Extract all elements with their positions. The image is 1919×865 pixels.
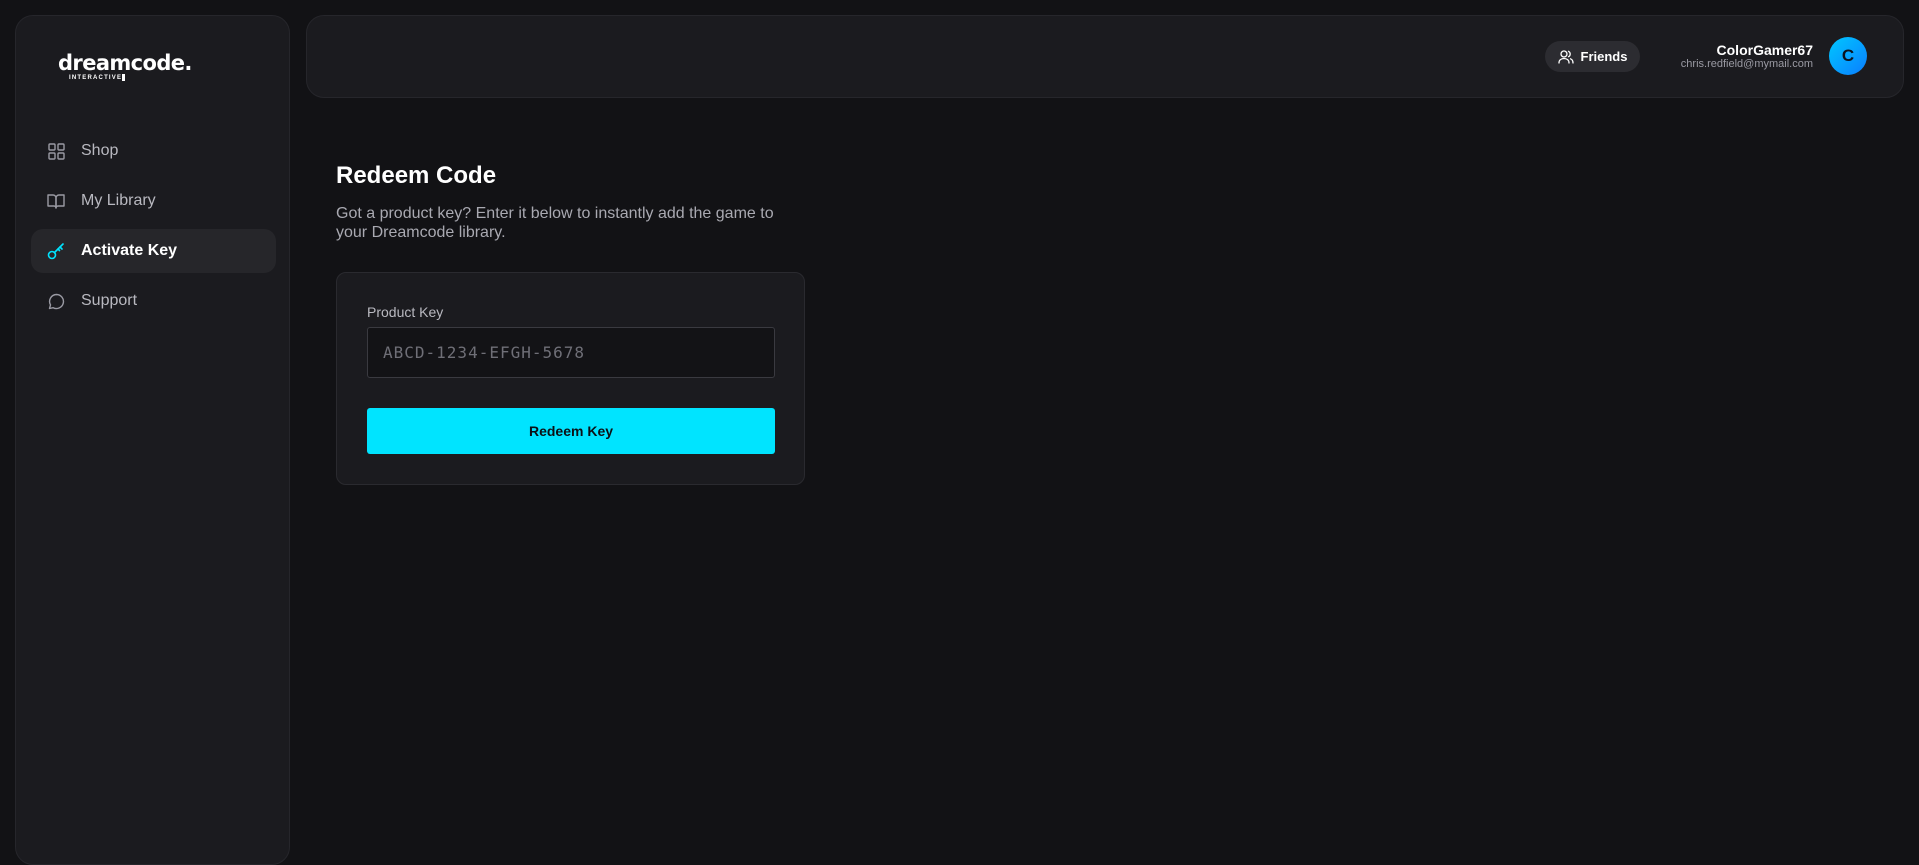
- sidebar-item-activate-key[interactable]: Activate Key: [31, 229, 276, 273]
- key-icon: [47, 242, 65, 260]
- sidebar-item-support[interactable]: Support: [31, 279, 276, 323]
- sidebar-item-my-library[interactable]: My Library: [31, 179, 276, 223]
- brand-logo[interactable]: dreamcode. INTERACTIVE: [58, 51, 198, 101]
- friends-label: Friends: [1580, 49, 1628, 64]
- product-key-label: Product Key: [367, 304, 444, 320]
- chat-bubble-icon: [47, 292, 65, 310]
- brand-name: dreamcode.: [58, 51, 192, 75]
- redeem-card: Product Key Redeem Key: [336, 272, 805, 485]
- brand-mark: [122, 74, 125, 81]
- top-bar: Friends ColorGamer67 chris.redfield@myma…: [306, 15, 1904, 98]
- sidebar-item-shop[interactable]: Shop: [31, 129, 276, 173]
- sidebar-nav: Shop My Library Activate Key Support: [31, 129, 276, 329]
- page-title: Redeem Code: [336, 162, 497, 189]
- sidebar-item-label: My Library: [81, 192, 156, 209]
- avatar[interactable]: C: [1829, 37, 1867, 75]
- friends-button[interactable]: Friends: [1545, 41, 1640, 72]
- user-email: chris.redfield@mymail.com: [1680, 58, 1813, 70]
- sidebar-item-label: Shop: [81, 142, 119, 159]
- product-key-input[interactable]: [367, 327, 775, 378]
- users-icon: [1557, 49, 1574, 64]
- sidebar: dreamcode. INTERACTIVE Shop My Library A…: [15, 15, 290, 865]
- book-icon: [47, 192, 65, 210]
- brand-tagline: INTERACTIVE: [69, 75, 123, 81]
- redeem-key-button[interactable]: Redeem Key: [367, 408, 775, 454]
- sidebar-item-label: Support: [81, 292, 138, 309]
- grid-icon: [47, 142, 65, 160]
- sidebar-item-label: Activate Key: [81, 242, 178, 259]
- page-description: Got a product key? Enter it below to ins…: [336, 205, 774, 241]
- user-name: ColorGamer67: [1716, 42, 1813, 58]
- user-info[interactable]: ColorGamer67 chris.redfield@mymail.com: [1681, 42, 1813, 71]
